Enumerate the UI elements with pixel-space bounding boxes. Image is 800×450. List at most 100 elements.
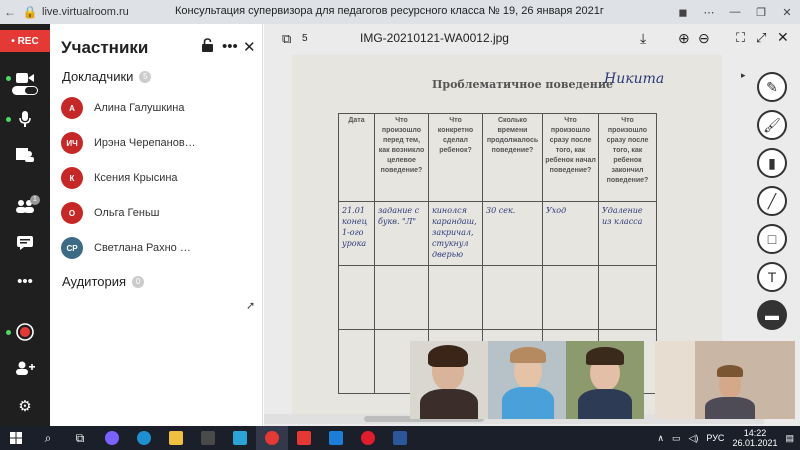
column-header: Что произошло сразу после того, как ребе… — [598, 113, 657, 202]
page-count: 5 — [302, 33, 308, 44]
minimize-button[interactable]: — — [722, 6, 748, 18]
language-indicator[interactable]: РУС — [706, 433, 724, 443]
avatar: О — [61, 202, 83, 224]
lock-icon: 🔒 — [22, 5, 38, 19]
avatar: К — [61, 167, 83, 189]
avatar: ИЧ — [61, 132, 83, 154]
text-tool-icon[interactable]: T — [757, 262, 787, 292]
back-icon[interactable]: ← — [0, 2, 20, 22]
more-icon[interactable]: ⋯ — [696, 6, 722, 19]
table-cell: 30 сек. — [482, 201, 543, 266]
clock-time: 14:22 — [743, 428, 767, 438]
side-rail: • REC 1 ••• ⚙ — [0, 24, 50, 426]
audience-section-header[interactable]: Аудитория 0 — [62, 274, 145, 289]
column-header: Что конкретно сделал ребенок? — [428, 113, 483, 202]
rec-button[interactable]: • REC — [0, 30, 50, 52]
participants-badge: 1 — [30, 195, 40, 205]
video-tile[interactable] — [410, 341, 488, 419]
taskbar: ⌕ ⧉ ∧ ▭ ◁) РУС 14:22 26.01.2021 ▤ — [0, 426, 800, 450]
hd-toggle[interactable] — [12, 86, 38, 95]
yandex-icon[interactable] — [288, 426, 320, 450]
fit-icon[interactable]: ⤢ — [756, 30, 766, 46]
task-view-icon[interactable]: ⧉ — [64, 426, 96, 450]
explorer-icon[interactable] — [160, 426, 192, 450]
zoom-out-icon[interactable]: ⊖ — [698, 30, 710, 47]
audience-count: 0 — [132, 275, 145, 288]
line-tool-icon[interactable]: ╱ — [757, 186, 787, 216]
chat-icon[interactable] — [0, 230, 50, 256]
handwritten-name: Никита — [604, 71, 665, 87]
more-icon[interactable]: ••• — [222, 38, 238, 55]
microphone-icon[interactable] — [0, 106, 50, 132]
page-title: Консультация супервизора для педагогов р… — [175, 5, 604, 17]
participant-item[interactable]: СР Светлана Рахно … — [61, 236, 261, 260]
close-button[interactable]: ✕ — [774, 6, 800, 19]
word-icon[interactable] — [384, 426, 416, 450]
video-tile[interactable] — [566, 341, 644, 419]
chat-bubble-icon[interactable]: ▬ — [757, 300, 787, 330]
close-panel-icon[interactable]: ✕ — [243, 38, 256, 56]
search-icon[interactable]: ⌕ — [32, 426, 64, 450]
app-l-icon[interactable] — [224, 426, 256, 450]
brush-tool-icon[interactable]: 🖌 — [757, 110, 787, 140]
browser-titlebar: ← 🔒 live.virtualroom.ru Консультация суп… — [0, 0, 800, 24]
expand-arrow-icon[interactable]: ▸ — [741, 70, 746, 81]
panel-title: Участники — [61, 38, 149, 57]
mail-icon[interactable] — [320, 426, 352, 450]
column-header: Сколько времени продолжалось поведение? — [482, 113, 543, 202]
table-row — [338, 265, 657, 330]
file-name: IMG-20210121-WA0012.jpg — [360, 31, 509, 45]
table-cell: Уход — [542, 201, 599, 266]
avatar: А — [61, 97, 83, 119]
participant-item[interactable]: К Ксения Крысина — [61, 166, 261, 190]
start-button[interactable] — [0, 426, 32, 450]
speakers-label: Докладчики — [62, 69, 134, 84]
participant-name: Алина Галушкина — [94, 102, 185, 114]
camera-icon[interactable]: ◼ — [670, 6, 696, 19]
table-cell: 21.01 конец 1-ого урока — [338, 201, 375, 266]
download-icon[interactable]: ⤓ — [640, 30, 646, 47]
table-header-row: Дата Что произошло перед тем, как возник… — [338, 113, 657, 202]
record-icon[interactable] — [0, 319, 50, 345]
tray-arrow-icon[interactable]: ∧ — [657, 433, 664, 444]
video-tile[interactable] — [488, 341, 566, 419]
video-tile[interactable] — [655, 341, 795, 419]
fullscreen-icon[interactable]: ⛶ — [736, 30, 745, 46]
opera-icon[interactable] — [352, 426, 384, 450]
edge-icon[interactable] — [128, 426, 160, 450]
speakers-section-header[interactable]: Докладчики 5 — [62, 69, 152, 84]
table-cell: Удаление из класса — [598, 201, 657, 266]
settings-icon[interactable]: ⚙ — [0, 393, 50, 419]
participants-panel: Участники ••• ✕ Докладчики 5 А Алина Гал… — [50, 24, 263, 426]
pen-tool-icon[interactable]: ✎ — [757, 72, 787, 102]
mouse-cursor-icon: ➚ — [246, 300, 256, 312]
store-icon[interactable] — [192, 426, 224, 450]
participants-icon[interactable] — [0, 193, 50, 219]
restore-button[interactable]: ❐ — [748, 6, 774, 19]
participant-name: Ольга Геньш — [94, 207, 160, 219]
yandex-browser-icon[interactable] — [256, 426, 288, 450]
pages-icon[interactable]: ⧉ — [282, 31, 291, 47]
notifications-icon[interactable]: ▤ — [785, 433, 794, 444]
screen-share-icon[interactable] — [0, 142, 50, 168]
participant-item[interactable]: ИЧ Ирэна Черепанов… — [61, 131, 261, 155]
clock-date: 26.01.2021 — [732, 438, 778, 448]
participant-item[interactable]: А Алина Галушкина — [61, 96, 261, 120]
zoom-in-icon[interactable]: ⊕ — [678, 30, 690, 47]
rectangle-tool-icon[interactable]: □ — [757, 224, 787, 254]
document-heading: Проблематичное поведение — [432, 78, 614, 91]
address-bar[interactable]: live.virtualroom.ru — [42, 6, 129, 18]
lock-icon[interactable] — [202, 38, 213, 56]
table-cell: задание с букв. "Л" — [374, 201, 429, 266]
marker-tool-icon[interactable]: ▮ — [757, 148, 787, 178]
window-controls: ◼ ⋯ — ❐ ✕ — [670, 0, 800, 24]
column-header: Дата — [338, 113, 375, 202]
clock[interactable]: 14:22 26.01.2021 — [732, 428, 777, 448]
network-icon[interactable]: ▭ — [672, 433, 681, 444]
close-viewer-icon[interactable]: ✕ — [777, 29, 789, 46]
more-options-icon[interactable]: ••• — [0, 268, 50, 294]
cortana-icon[interactable] — [96, 426, 128, 450]
add-user-icon[interactable] — [0, 355, 50, 381]
volume-icon[interactable]: ◁) — [688, 433, 698, 444]
participant-item[interactable]: О Ольга Геньш — [61, 201, 261, 225]
